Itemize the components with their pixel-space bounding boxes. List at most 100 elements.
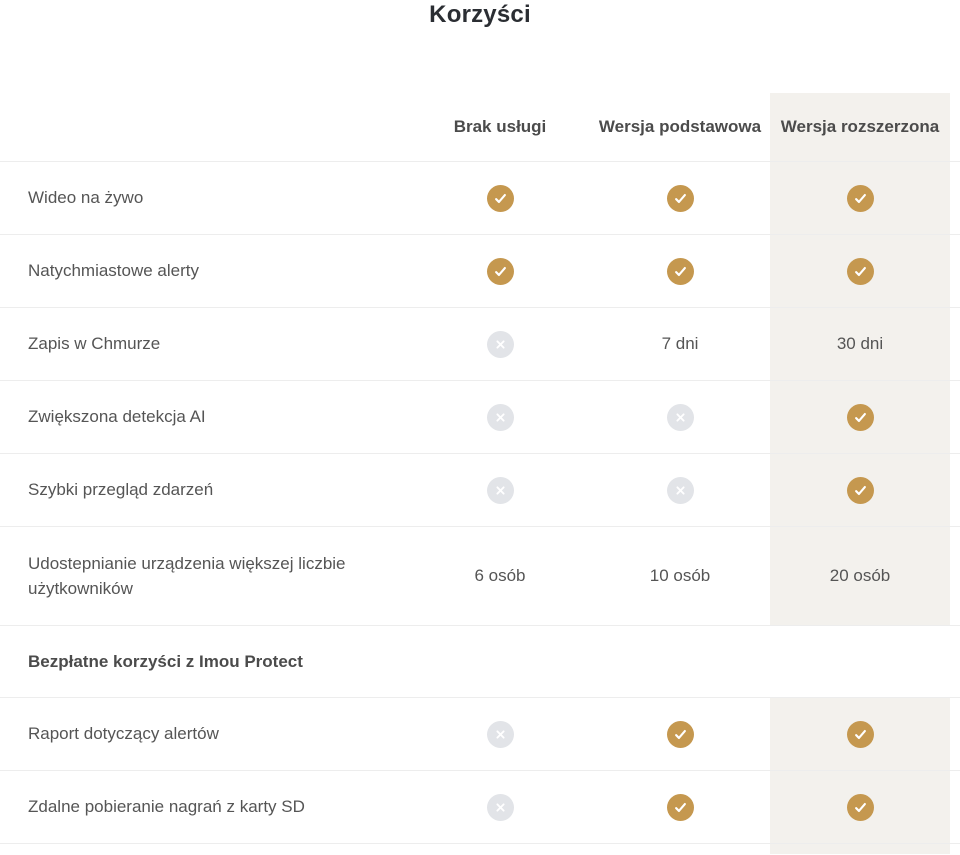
cross-icon (667, 477, 694, 504)
value-cell (590, 162, 770, 234)
cross-icon (487, 794, 514, 821)
value-cell (770, 381, 950, 453)
cross-icon (487, 331, 514, 358)
column-header-1: Brak usługi (410, 93, 590, 161)
right-margin (950, 527, 960, 625)
feature-label: Szybki przegląd zdarzeń (0, 454, 410, 526)
column-header-2: Wersja podstawowa (590, 93, 770, 161)
check-icon (847, 185, 874, 212)
right-margin (950, 844, 960, 854)
feature-label: Udostepnianie urządzenia większej liczbi… (0, 527, 410, 625)
feature-label: Zapis w Chmurze (0, 308, 410, 380)
table-header-row: Brak usługi Wersja podstawowa Wersja rozsz… (0, 93, 960, 162)
header-empty-cell (0, 93, 410, 161)
cross-icon (487, 477, 514, 504)
table-row: Zwiększona detekcja AI (0, 381, 960, 454)
comparison-table: Brak usługi Wersja podstawowa Wersja rozsz… (0, 93, 960, 854)
check-icon (487, 258, 514, 285)
value-cell (590, 454, 770, 526)
table-row: Wideo na żywo (0, 162, 960, 235)
partial-label-cell (0, 844, 410, 854)
table-row: Zapis w Chmurze 7 dni 30 dni (0, 308, 960, 381)
partial-row (0, 844, 960, 854)
section-header-label: Bezpłatne korzyści z Imou Protect (0, 626, 960, 697)
value-text: 10 osób (650, 566, 711, 586)
partial-value-cell (410, 844, 590, 854)
check-icon (847, 794, 874, 821)
column-header-3: Wersja rozszerzona (770, 93, 950, 161)
right-margin (950, 308, 960, 380)
benefits-page: Korzyści Brak usługi Wersja podstawowa Wer… (0, 0, 960, 854)
value-cell: 20 osób (770, 527, 950, 625)
value-cell (410, 698, 590, 770)
column-header-label: Wersja rozszerzona (781, 117, 939, 137)
right-margin (950, 454, 960, 526)
value-text: 7 dni (662, 334, 699, 354)
section-header-row: Bezpłatne korzyści z Imou Protect (0, 626, 960, 698)
table-row: Szybki przegląd zdarzeń (0, 454, 960, 527)
cross-icon (487, 404, 514, 431)
feature-label-text: Zdalne pobieranie nagrań z karty SD (28, 794, 305, 820)
value-cell: 6 osób (410, 527, 590, 625)
right-margin (950, 162, 960, 234)
value-text: 30 dni (837, 334, 883, 354)
right-margin (950, 771, 960, 843)
feature-label-text: Zwiększona detekcja AI (28, 404, 206, 430)
table-row: Raport dotyczący alertów (0, 698, 960, 771)
check-icon (847, 258, 874, 285)
right-margin (950, 698, 960, 770)
value-cell: 30 dni (770, 308, 950, 380)
partial-value-cell (590, 844, 770, 854)
check-icon (667, 185, 694, 212)
value-cell (410, 162, 590, 234)
check-icon (847, 721, 874, 748)
value-text: 6 osób (474, 566, 525, 586)
feature-label: Zdalne pobieranie nagrań z karty SD (0, 771, 410, 843)
page-title: Korzyści (429, 1, 531, 29)
table-row: Natychmiastowe alerty (0, 235, 960, 308)
right-margin (950, 235, 960, 307)
check-icon (667, 258, 694, 285)
value-cell (590, 698, 770, 770)
value-cell (590, 235, 770, 307)
value-cell (770, 454, 950, 526)
feature-label-text: Udostepnianie urządzenia większej liczbi… (28, 551, 380, 602)
right-margin (950, 93, 960, 161)
column-header-label: Brak usługi (454, 117, 547, 137)
title-bar: Korzyści (0, 0, 960, 93)
value-text: 20 osób (830, 566, 891, 586)
partial-value-cell (770, 844, 950, 854)
value-cell (590, 771, 770, 843)
feature-label: Zwiększona detekcja AI (0, 381, 410, 453)
right-margin (950, 381, 960, 453)
check-icon (667, 721, 694, 748)
value-cell (410, 454, 590, 526)
value-cell (770, 235, 950, 307)
value-cell (410, 771, 590, 843)
table-row: Udostepnianie urządzenia większej liczbi… (0, 527, 960, 626)
feature-label: Natychmiastowe alerty (0, 235, 410, 307)
feature-label-text: Wideo na żywo (28, 185, 143, 211)
value-cell (770, 771, 950, 843)
value-cell (410, 381, 590, 453)
feature-label-text: Zapis w Chmurze (28, 331, 160, 357)
value-cell (590, 381, 770, 453)
check-icon (487, 185, 514, 212)
feature-label: Raport dotyczący alertów (0, 698, 410, 770)
column-header-label: Wersja podstawowa (599, 117, 761, 137)
cross-icon (667, 404, 694, 431)
check-icon (847, 477, 874, 504)
value-cell (770, 698, 950, 770)
value-cell (410, 235, 590, 307)
feature-label: Wideo na żywo (0, 162, 410, 234)
value-cell: 10 osób (590, 527, 770, 625)
cross-icon (487, 721, 514, 748)
value-cell: 7 dni (590, 308, 770, 380)
feature-label-text: Natychmiastowe alerty (28, 258, 199, 284)
check-icon (847, 404, 874, 431)
check-icon (667, 794, 694, 821)
value-cell (770, 162, 950, 234)
feature-label-text: Szybki przegląd zdarzeń (28, 477, 213, 503)
value-cell (410, 308, 590, 380)
feature-label-text: Raport dotyczący alertów (28, 721, 219, 747)
